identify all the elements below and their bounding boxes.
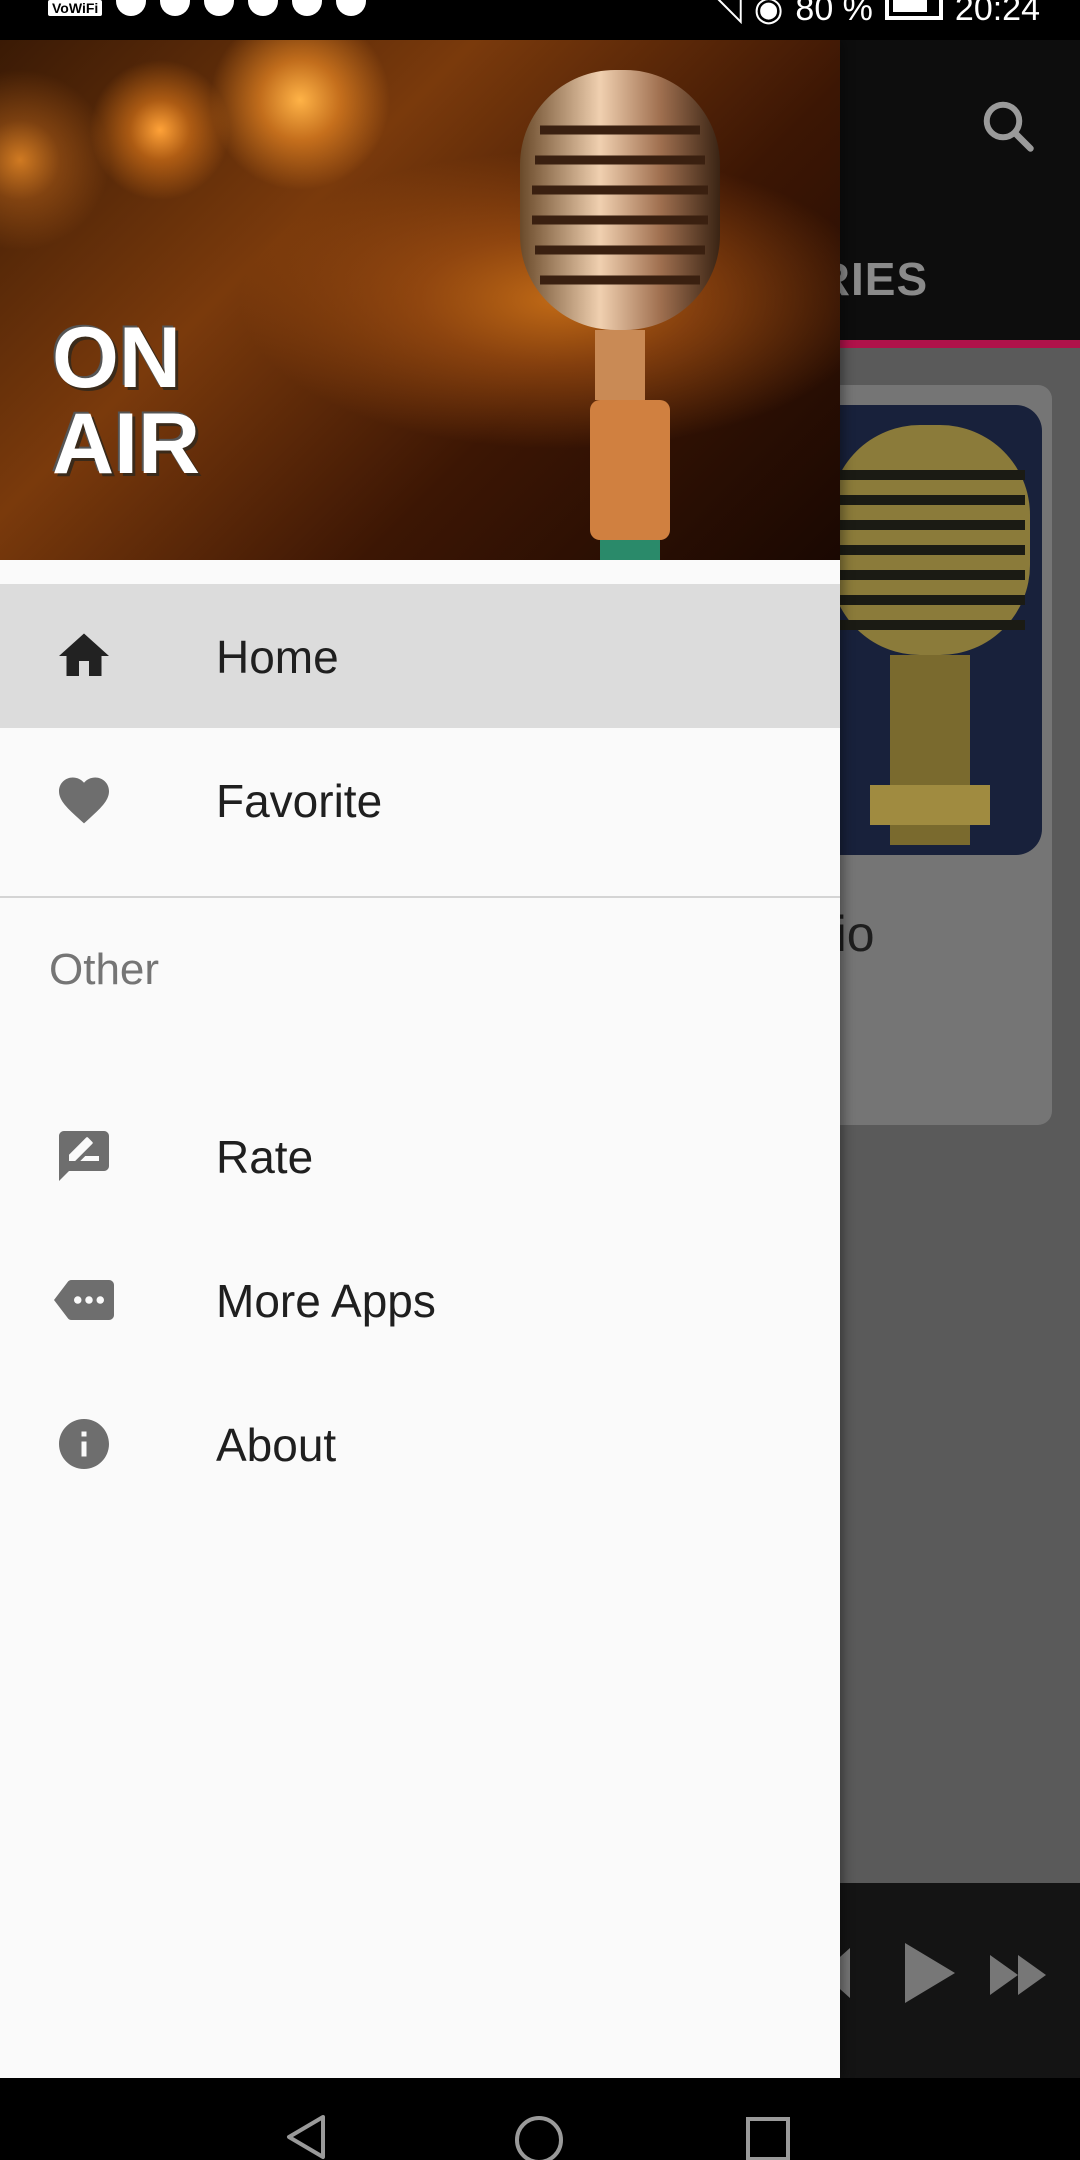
more-apps-icon <box>54 1280 114 1320</box>
battery-percent: 80 % <box>795 0 873 28</box>
status-bar-right: ◹ ◉ 80 % 20:24 <box>716 0 1040 32</box>
microphone-image <box>810 405 1042 855</box>
home-circle-icon[interactable] <box>513 2114 565 2160</box>
status-bar: VoWiFi ◹ ◉ 80 % 20:24 <box>0 0 1080 40</box>
clock: 20:24 <box>954 0 1040 28</box>
home-icon <box>59 633 109 676</box>
navigation-drawer: ON AIR Home Favorite Other Rate More App… <box>0 40 840 2078</box>
drawer-item-label: Home <box>216 631 339 683</box>
system-navigation-bar <box>0 2078 1080 2160</box>
search-icon[interactable] <box>978 96 1038 156</box>
vowifi-badge: VoWiFi <box>48 0 103 16</box>
back-icon[interactable] <box>283 2114 329 2160</box>
status-bar-left: VoWiFi <box>48 0 367 40</box>
drawer-item-home[interactable]: Home <box>0 584 840 728</box>
notification-icon <box>292 0 323 16</box>
drawer-header-image: ON AIR <box>0 40 840 560</box>
eye-icon: ◉ <box>753 0 784 28</box>
on-air-logo: ON AIR <box>52 315 200 487</box>
wifi-icon <box>160 0 191 16</box>
drawer-divider <box>0 896 840 898</box>
drawer-item-label: Favorite <box>216 775 383 827</box>
heart-icon <box>59 777 109 824</box>
section-header-other: Other <box>49 945 160 994</box>
cast-icon: ◹ <box>715 0 742 28</box>
drawer-item-label: More Apps <box>216 1275 436 1327</box>
rate-review-icon <box>59 1131 109 1181</box>
notification-icon <box>248 0 279 16</box>
recents-icon[interactable] <box>745 2116 791 2160</box>
on-air-line-2: AIR <box>52 396 201 492</box>
drawer-item-label: About <box>216 1419 337 1471</box>
drawer-item-about[interactable]: About <box>0 1372 840 1516</box>
microphone-icon <box>520 70 720 560</box>
notification-icon <box>204 0 235 16</box>
signal-icon <box>116 0 147 16</box>
battery-icon <box>884 0 943 20</box>
play-icon[interactable] <box>900 1938 960 2008</box>
drawer-item-favorite[interactable]: Favorite <box>0 728 840 872</box>
info-icon <box>59 1419 109 1469</box>
drawer-item-more-apps[interactable]: More Apps <box>0 1228 840 1372</box>
on-air-line-1: ON <box>52 310 181 406</box>
mail-icon <box>336 0 367 16</box>
fast-forward-icon[interactable] <box>990 1953 1046 1997</box>
drawer-item-rate[interactable]: Rate <box>0 1084 840 1228</box>
drawer-item-label: Rate <box>216 1131 314 1183</box>
